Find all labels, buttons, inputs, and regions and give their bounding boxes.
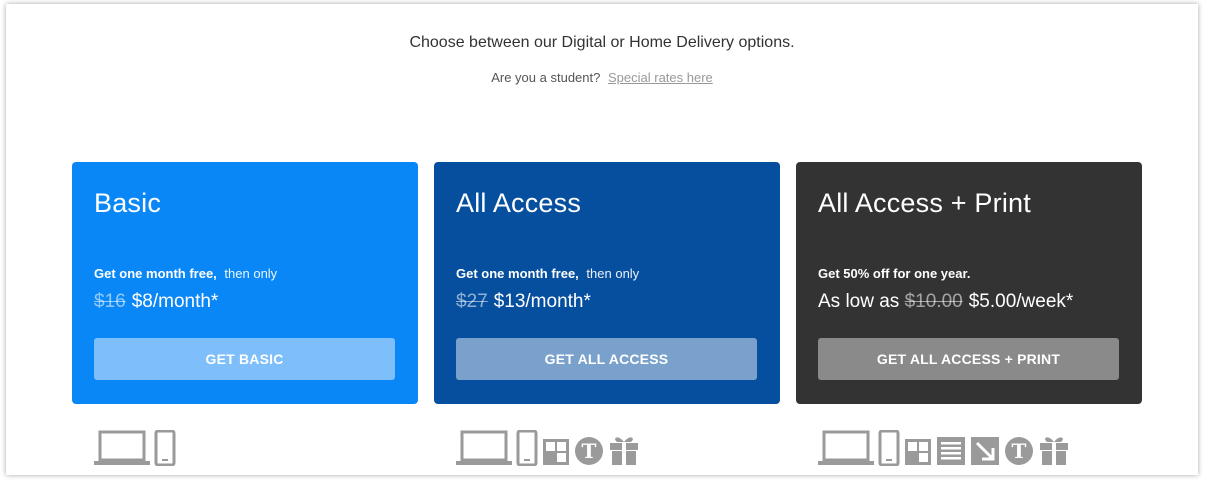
offer-bold: Get one month free, [94, 266, 217, 281]
plan-card-all-access: All Access Get one month free, then only… [434, 162, 780, 404]
plan-title: All Access + Print [818, 188, 1031, 218]
all-access-included-icons: T [456, 426, 640, 466]
all-access-print-included-icons: T [818, 426, 1070, 466]
get-basic-button[interactable]: GET BASIC [94, 338, 395, 380]
offer-rest: then only [586, 266, 640, 281]
nyt-logo-icon: T [1004, 436, 1034, 466]
student-prompt: Are you a student? [491, 70, 601, 85]
plan-title: All Access [456, 188, 582, 218]
crossword-icon [904, 438, 932, 466]
laptop-icon [456, 430, 512, 466]
get-all-access-button[interactable]: GET ALL ACCESS [456, 338, 757, 380]
svg-text:T: T [1012, 439, 1027, 463]
laptop-icon [94, 430, 150, 466]
plan-price: $16 $8/month* [94, 291, 218, 313]
phone-icon [516, 430, 538, 466]
phone-icon [154, 430, 176, 466]
new-price: $13/month* [493, 291, 591, 312]
offer-bold: Get one month free, [456, 266, 579, 281]
subscription-page: Choose between our Digital or Home Deliv… [6, 4, 1198, 475]
basic-included-icons [94, 426, 176, 466]
plan-offer: Get one month free, then only [94, 266, 277, 281]
plan-title: Basic [94, 188, 162, 218]
laptop-icon [818, 430, 874, 466]
offer-bold: Get 50% off for one year. [818, 266, 971, 281]
plan-offer: Get one month free, then only [456, 266, 639, 281]
plan-price: $27 $13/month* [456, 291, 591, 313]
gift-icon [1038, 432, 1070, 466]
svg-text:T: T [582, 439, 597, 463]
plan-card-all-access-print: All Access + Print Get 50% off for one y… [796, 162, 1142, 404]
phone-icon [878, 430, 900, 466]
offer-rest: then only [224, 266, 278, 281]
intro-text: Choose between our Digital or Home Deliv… [409, 34, 795, 51]
plan-price: As low as $10.00 $5.00/week* [818, 291, 1073, 313]
plan-offer: Get 50% off for one year. [818, 266, 974, 281]
replica-icon [970, 436, 1000, 466]
nyt-logo-icon: T [574, 436, 604, 466]
new-price: $8/month* [131, 291, 219, 312]
old-price: $27 [456, 291, 488, 312]
newspaper-icon [936, 436, 966, 466]
price-prefix: As low as [818, 291, 900, 312]
student-line: Are you a student? Special rates here [6, 70, 1198, 85]
get-all-access-print-button[interactable]: GET ALL ACCESS + PRINT [818, 338, 1119, 380]
old-price: $16 [94, 291, 126, 312]
old-price: $10.00 [904, 291, 963, 312]
crossword-icon [542, 438, 570, 466]
plan-card-basic: Basic Get one month free, then only $16 $… [72, 162, 418, 404]
new-price: $5.00/week* [968, 291, 1074, 312]
gift-icon [608, 432, 640, 466]
student-rates-link[interactable]: Special rates here [608, 70, 713, 85]
